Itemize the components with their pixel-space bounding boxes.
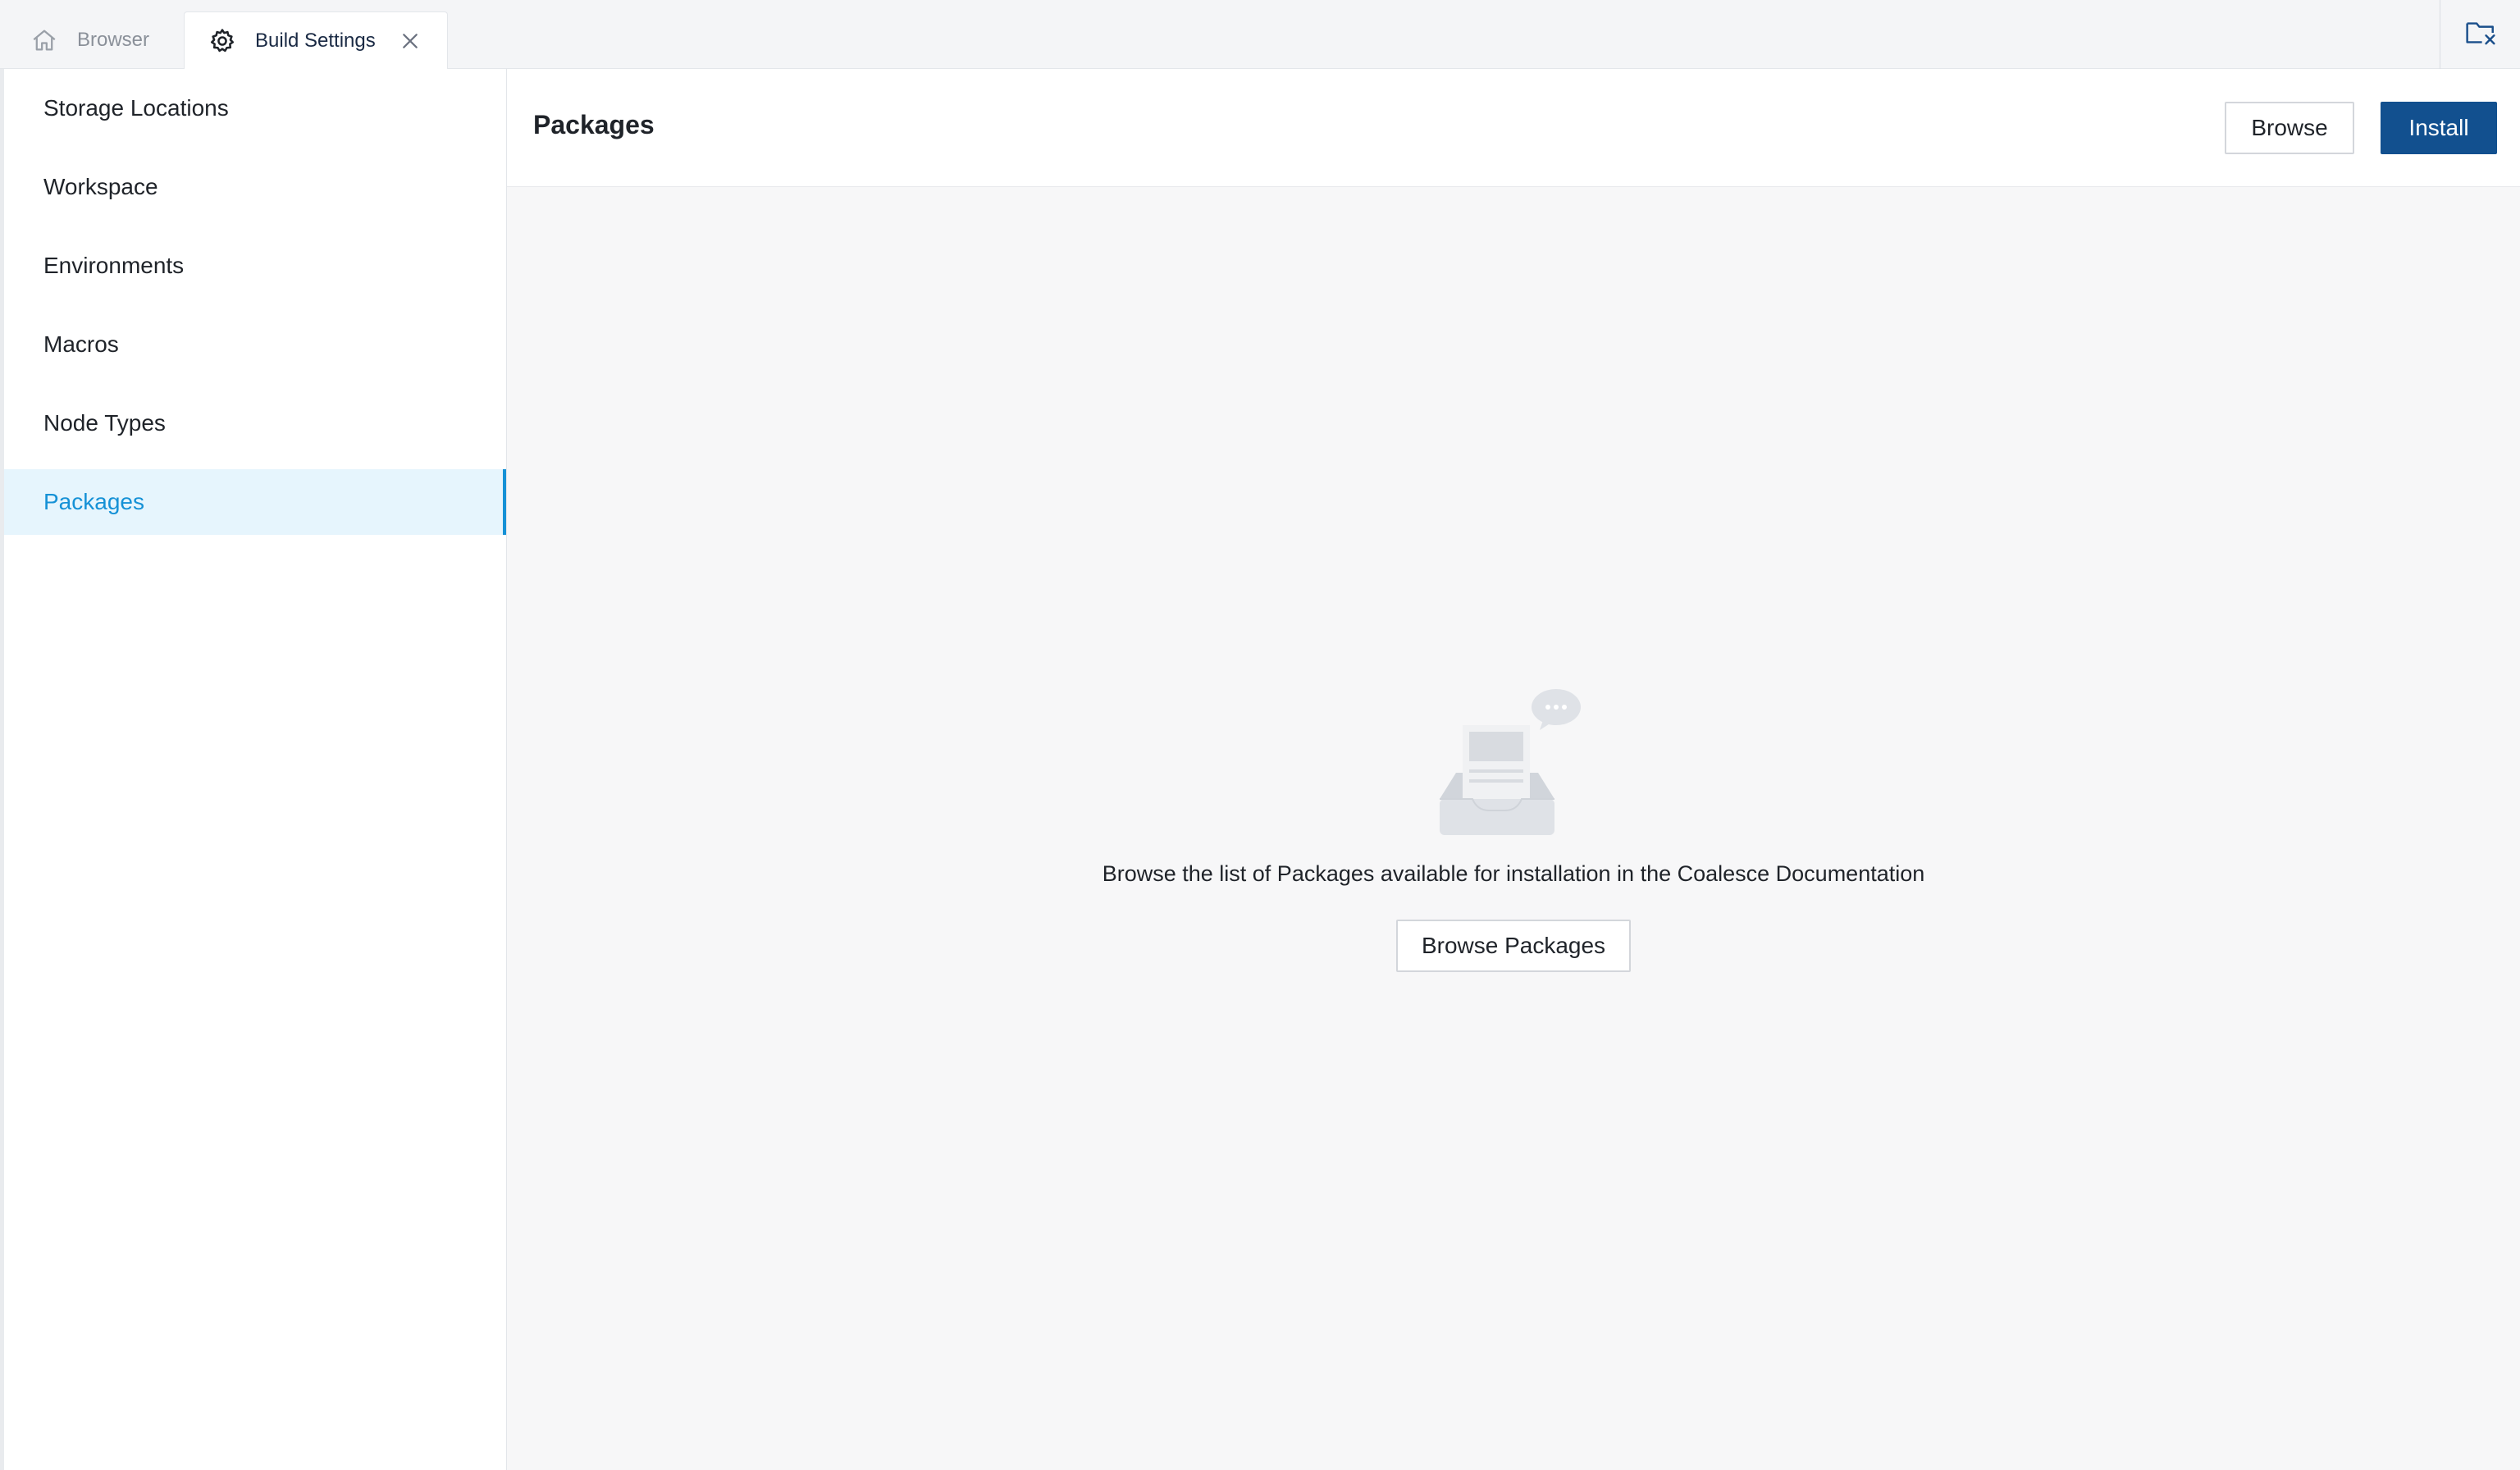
tab-browser[interactable]: Browser <box>11 11 176 69</box>
folder-close-button[interactable] <box>2440 0 2520 69</box>
sidebar-item-label: Storage Locations <box>43 95 229 121</box>
sidebar-item-environments[interactable]: Environments <box>4 233 506 299</box>
gear-icon <box>208 26 237 56</box>
home-icon <box>30 25 59 55</box>
settings-sidebar: Storage Locations Workspace Environments… <box>0 69 507 1470</box>
sidebar-item-label: Node Types <box>43 410 166 436</box>
browse-packages-button[interactable]: Browse Packages <box>1396 920 1631 972</box>
browse-button[interactable]: Browse <box>2225 102 2354 154</box>
sidebar-item-storage-locations[interactable]: Storage Locations <box>4 75 506 141</box>
sidebar-item-label: Packages <box>43 489 144 514</box>
tab-browser-label: Browser <box>77 29 150 51</box>
folder-close-icon <box>2464 18 2497 52</box>
tab-bar: Browser Build Settings <box>0 0 2520 69</box>
tab-build-settings[interactable]: Build Settings <box>184 11 448 69</box>
sidebar-item-label: Macros <box>43 331 119 357</box>
sidebar-item-macros[interactable]: Macros <box>4 312 506 377</box>
inbox-illustration-icon <box>1423 676 1604 840</box>
app-window: Browser Build Settings Storage Locations… <box>0 0 2520 1470</box>
page-title: Packages <box>533 110 655 139</box>
sidebar-item-label: Environments <box>43 253 185 278</box>
sidebar-item-workspace[interactable]: Workspace <box>4 154 506 220</box>
empty-state: Browse the list of Packages available fo… <box>507 676 2520 972</box>
close-icon[interactable] <box>397 28 423 54</box>
sidebar-item-packages[interactable]: Packages <box>4 469 506 535</box>
panel-header: Packages Browse Install <box>507 69 2520 187</box>
install-button[interactable]: Install <box>2381 102 2497 154</box>
empty-state-message: Browse the list of Packages available fo… <box>1102 861 1925 886</box>
sidebar-item-label: Workspace <box>43 174 158 199</box>
sidebar-item-node-types[interactable]: Node Types <box>4 390 506 456</box>
main-panel: Packages Browse Install Browse the list … <box>507 69 2520 1470</box>
tab-build-settings-label: Build Settings <box>255 29 376 52</box>
